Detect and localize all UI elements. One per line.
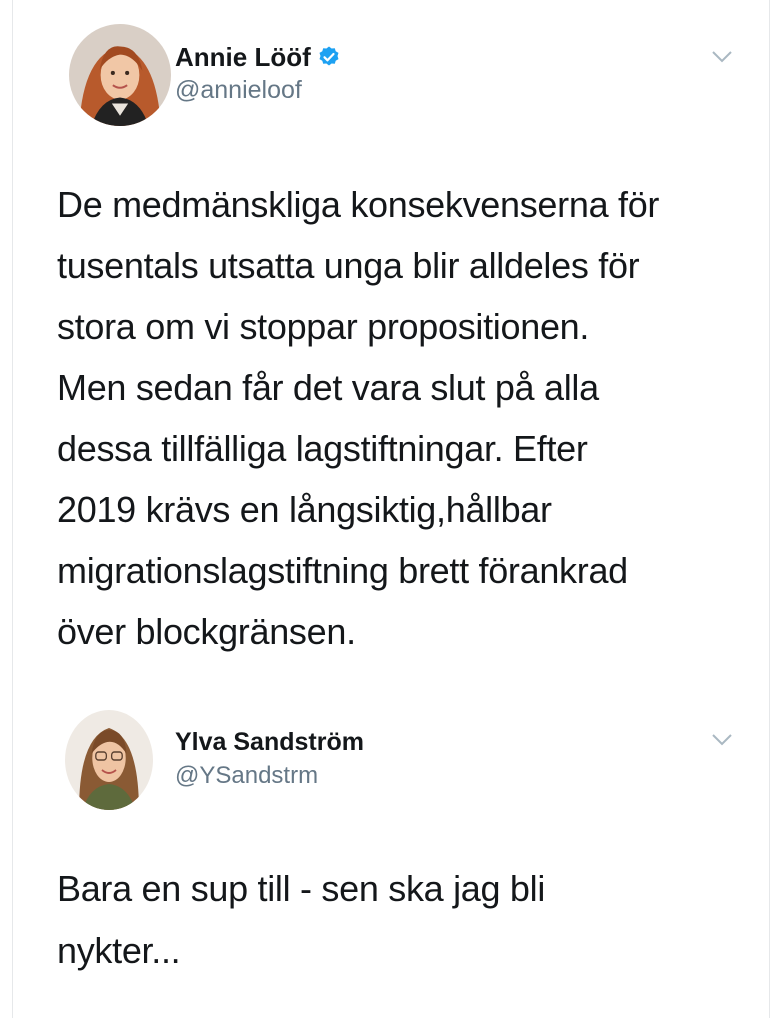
tweet-text: De medmänskliga konsekvenserna för tusen… xyxy=(57,184,660,652)
author-name[interactable]: Annie Lööf xyxy=(175,42,341,76)
author-name[interactable]: Ylva Sandström xyxy=(175,728,364,757)
chevron-down-icon[interactable] xyxy=(711,50,733,64)
author-handle[interactable]: @YSandstrm xyxy=(175,762,318,790)
avatar-image xyxy=(69,24,171,126)
avatar-image xyxy=(65,710,153,810)
chevron-down-icon[interactable] xyxy=(711,733,733,747)
avatar-ylva-sandstrom[interactable] xyxy=(65,710,153,810)
author-handle[interactable]: @annieloof xyxy=(175,76,302,105)
tweet-text: Bara en sup till - sen ska jag bli nykte… xyxy=(57,868,546,971)
tweet-screenshot-frame: Annie Lööf @annieloof De medmänskliga ko… xyxy=(12,0,770,1018)
verified-badge-icon xyxy=(317,45,341,76)
avatar-annie-loof[interactable] xyxy=(69,24,171,126)
